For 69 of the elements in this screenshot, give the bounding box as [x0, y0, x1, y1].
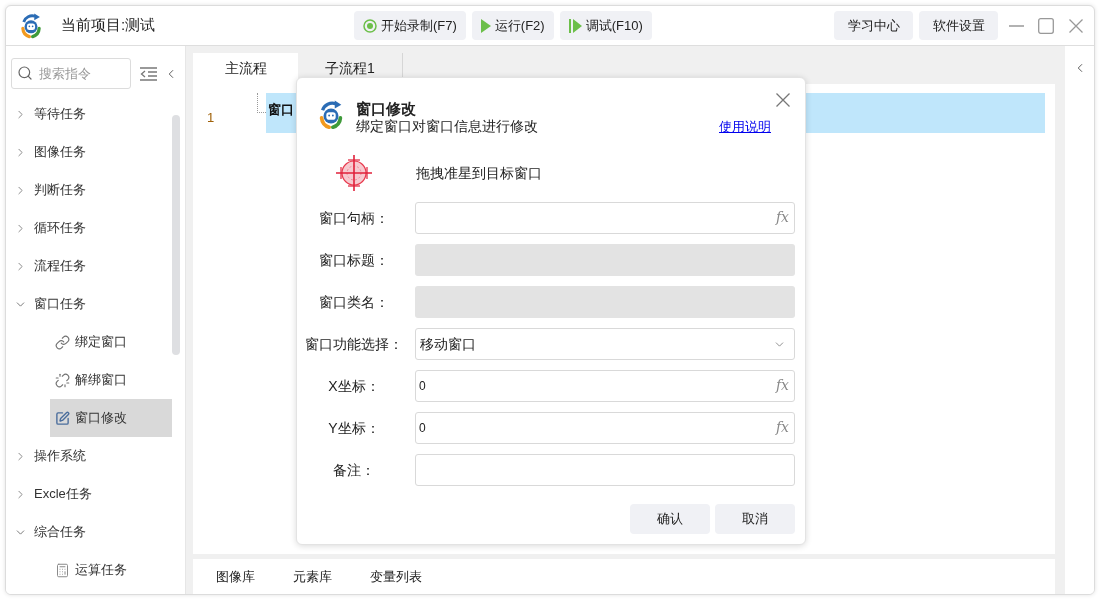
toolbar-button[interactable]: 开始录制(F7)	[354, 11, 466, 40]
field-label: X坐标：	[328, 376, 380, 396]
category-item[interactable]: 等待任务	[34, 104, 86, 124]
link-icon	[55, 334, 70, 350]
field-label: 窗口功能选择：	[305, 334, 403, 354]
toolbar-button[interactable]: 运行(F2)	[471, 11, 554, 40]
indent-decrease-icon	[140, 66, 157, 81]
broken-link-icon	[55, 372, 70, 388]
field-label: 备注：	[333, 460, 375, 480]
app-logo-icon	[18, 12, 44, 39]
category-item[interactable]: 循环任务	[34, 218, 86, 238]
command-item[interactable]: 运算任务	[50, 551, 172, 589]
command-item[interactable]: 窗口修改	[50, 399, 172, 437]
close-icon	[775, 92, 790, 107]
command-item[interactable]: 解绑窗口	[50, 361, 172, 399]
dialog-close-button[interactable]	[775, 92, 790, 107]
picker-hint: 拖拽准星到目标窗口	[416, 163, 542, 183]
category-item[interactable]: 操作系统	[34, 446, 86, 466]
command-label: 运算任务	[75, 561, 127, 580]
collapse-all-button[interactable]	[140, 65, 157, 82]
dialog-button[interactable]: 取消	[715, 504, 795, 534]
category-item[interactable]: 判断任务	[34, 180, 86, 200]
calculator-icon	[55, 562, 70, 578]
function-button[interactable]: fx	[775, 420, 789, 434]
field-label: 窗口句柄：	[319, 208, 389, 228]
function-button[interactable]: fx	[775, 378, 789, 392]
play-icon	[480, 18, 491, 33]
maximize-icon	[1038, 17, 1054, 34]
field-label: 窗口类名：	[319, 292, 389, 312]
field-label: Y坐标：	[328, 418, 380, 438]
dialog-button[interactable]: 确认	[630, 504, 710, 534]
flow-tab[interactable]: 主流程	[193, 53, 298, 84]
scrollbar-thumb[interactable]	[172, 115, 180, 355]
category-item[interactable]: 流程任务	[34, 256, 86, 276]
command-label: 绑定窗口	[75, 333, 127, 352]
header-button[interactable]: 学习中心	[834, 11, 913, 40]
dropdown-select[interactable]: 移动窗口	[415, 328, 795, 360]
category-item[interactable]: 综合任务	[34, 522, 86, 542]
minimize-icon	[1008, 24, 1024, 27]
header-button[interactable]: 软件设置	[919, 11, 998, 40]
search-icon	[17, 65, 33, 81]
window-title: 当前项目:测试	[61, 15, 156, 36]
command-label: 窗口修改	[75, 409, 127, 428]
function-button[interactable]: fx	[775, 210, 789, 224]
bottom-tab[interactable]: 元素库	[293, 566, 332, 587]
field-label: 窗口标题：	[319, 250, 389, 270]
input-field[interactable]	[415, 454, 795, 486]
line-number: 1	[207, 110, 215, 125]
record-icon	[363, 18, 377, 33]
select-value: 移动窗口	[420, 334, 476, 354]
maximize-button[interactable]	[1036, 15, 1056, 36]
help-link[interactable]: 使用说明	[719, 119, 771, 135]
expression-field[interactable]	[415, 202, 795, 234]
toolbar-button[interactable]: 调试(F10)	[559, 11, 652, 40]
category-item[interactable]: 图像任务	[34, 142, 86, 162]
category-item[interactable]: Excle任务	[34, 484, 92, 504]
bar-play-icon	[568, 18, 582, 33]
bottom-tab[interactable]: 图像库	[216, 566, 255, 587]
dialog-subtitle: 绑定窗口对窗口信息进行修改	[356, 118, 538, 135]
search-field[interactable]: 搜索指令	[11, 58, 131, 89]
category-item[interactable]: 窗口任务	[34, 294, 86, 314]
window-pen-icon	[55, 410, 70, 426]
close-icon	[1069, 18, 1083, 33]
command-item[interactable]: 绑定窗口	[50, 323, 172, 361]
dialog-title: 窗口修改	[356, 100, 416, 118]
crosshair-icon[interactable]	[336, 155, 372, 191]
step-title: 窗口	[268, 102, 294, 117]
bottom-tab[interactable]: 变量列表	[370, 566, 422, 587]
command-label: 解绑窗口	[75, 371, 127, 390]
